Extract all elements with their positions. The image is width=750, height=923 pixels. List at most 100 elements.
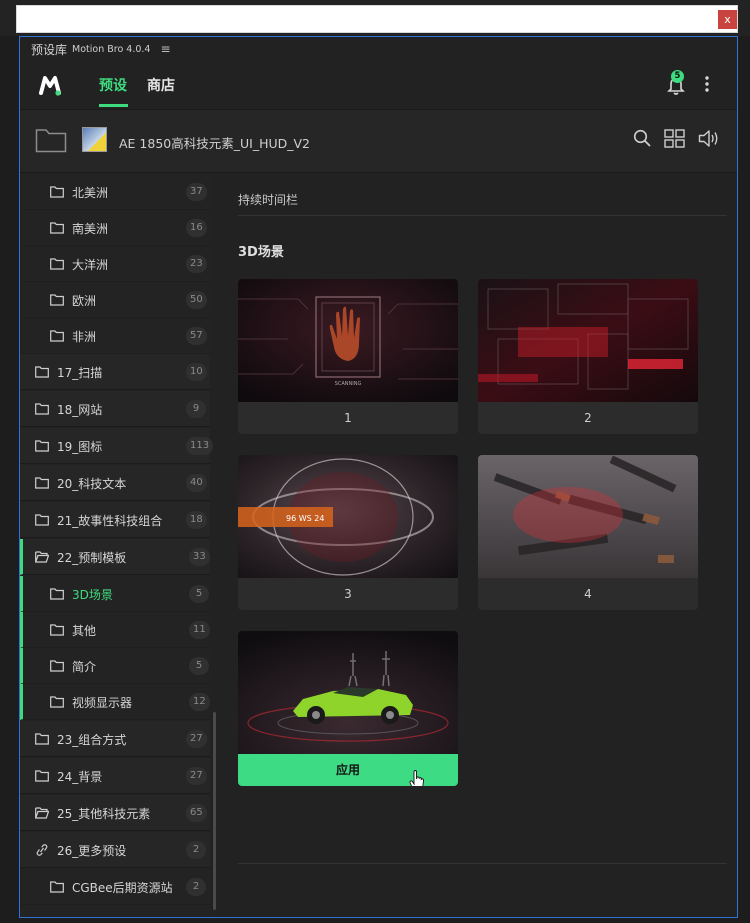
sidebar-item-cgbee[interactable]: CGBee后期资源站 2 bbox=[20, 869, 210, 905]
preset-pack-title: AE 1850高科技元素_UI_HUD_V2 bbox=[119, 136, 310, 151]
sidebar-item-count: 5 bbox=[189, 657, 209, 675]
sidebar-item-africa[interactable]: 非洲 57 bbox=[20, 318, 210, 354]
sidebar-item-count: 12 bbox=[189, 693, 210, 711]
folder-open-icon bbox=[35, 807, 49, 819]
grid-view-icon[interactable] bbox=[664, 129, 685, 148]
sidebar-item-north-america[interactable]: 北美洲 37 bbox=[20, 174, 210, 210]
app-version: Motion Bro 4.0.4 bbox=[72, 43, 151, 55]
host-window-bar: x bbox=[0, 0, 750, 36]
sidebar-item-count: 65 bbox=[186, 804, 207, 822]
sidebar-item-3d-scene[interactable]: 3D场景 5 bbox=[20, 576, 210, 612]
folder-icon bbox=[35, 733, 49, 745]
panel-title: 预设库 bbox=[31, 42, 68, 57]
folder-icon bbox=[50, 881, 64, 893]
sidebar-item-south-america[interactable]: 南美洲 16 bbox=[20, 210, 210, 246]
tab-store[interactable]: 商店 bbox=[147, 75, 175, 95]
panel-header: 预设库 Motion Bro 4.0.4 ≡ bbox=[20, 37, 737, 61]
sidebar-item-count: 27 bbox=[186, 767, 207, 785]
top-nav: 预设 商店 5 bbox=[20, 61, 737, 109]
preset-card-3[interactable]: 96 WS 24 3 bbox=[238, 455, 458, 610]
sidebar-item-label: 非洲 bbox=[72, 330, 97, 344]
sidebar-item-more-presets[interactable]: 26_更多预设 2 bbox=[20, 832, 210, 868]
sidebar-item-label: 17_扫描 bbox=[57, 366, 103, 380]
folder-icon bbox=[35, 477, 49, 489]
sidebar-item-label: 19_图标 bbox=[57, 440, 103, 454]
sidebar-item-label: 北美洲 bbox=[72, 186, 109, 200]
sidebar-item-count: 40 bbox=[186, 474, 207, 492]
sidebar-item-count: 2 bbox=[186, 878, 206, 896]
host-title-field bbox=[16, 5, 738, 33]
sidebar-item-count: 9 bbox=[186, 400, 206, 418]
preset-thumbnail-weapons bbox=[478, 455, 698, 578]
folder-icon bbox=[35, 366, 49, 378]
tab-presets[interactable]: 预设 bbox=[99, 75, 127, 95]
preset-card-caption: 4 bbox=[478, 578, 698, 610]
sidebar-scrollbar[interactable] bbox=[213, 712, 216, 910]
sidebar-item-count: 50 bbox=[186, 291, 207, 309]
folder-icon bbox=[50, 186, 64, 198]
motion-bro-logo-icon bbox=[39, 76, 61, 96]
sidebar-item-website[interactable]: 18_网站 9 bbox=[20, 391, 210, 427]
folder-icon bbox=[50, 330, 64, 342]
sidebar-item-scan[interactable]: 17_扫描 10 bbox=[20, 354, 210, 390]
sidebar-item-count: 33 bbox=[189, 548, 210, 566]
sidebar-item-label: 南美洲 bbox=[72, 222, 109, 236]
more-options-icon[interactable] bbox=[703, 74, 711, 94]
folder-icon[interactable] bbox=[35, 127, 67, 153]
sidebar-item-label: 25_其他科技元素 bbox=[57, 807, 151, 821]
preset-card-caption: 3 bbox=[238, 578, 458, 610]
sidebar-item-oceania[interactable]: 大洋洲 23 bbox=[20, 246, 210, 282]
preset-thumbnail-car bbox=[238, 631, 458, 754]
sidebar-item-tech-text[interactable]: 20_科技文本 40 bbox=[20, 465, 210, 501]
sidebar-item-other[interactable]: 其他 11 bbox=[20, 612, 210, 648]
sidebar-item-background[interactable]: 24_背景 27 bbox=[20, 758, 210, 794]
sidebar-item-label: 3D场景 bbox=[72, 588, 113, 602]
sidebar-item-templates[interactable]: 22_预制模板 33 bbox=[20, 539, 210, 575]
sidebar-item-count: 18 bbox=[186, 511, 207, 529]
speaker-icon[interactable] bbox=[698, 129, 720, 148]
sidebar-item-count: 57 bbox=[186, 327, 207, 345]
sidebar-item-label: 23_组合方式 bbox=[57, 733, 127, 747]
sidebar-item-other-tech[interactable]: 25_其他科技元素 65 bbox=[20, 795, 210, 831]
category-label: 持续时间栏 bbox=[238, 193, 299, 207]
sidebar-item-label: 大洋洲 bbox=[72, 258, 109, 272]
sidebar-item-count: 16 bbox=[186, 219, 207, 237]
preset-card-4[interactable]: 4 bbox=[478, 455, 698, 610]
sidebar-item-count: 113 bbox=[186, 437, 214, 455]
folder-icon bbox=[35, 403, 49, 415]
folder-icon bbox=[50, 294, 64, 306]
preset-card-5[interactable]: 应用 bbox=[238, 631, 458, 786]
sidebar-item-icons[interactable]: 19_图标 113 bbox=[20, 428, 214, 464]
search-icon[interactable] bbox=[633, 129, 652, 148]
sidebar-item-combination[interactable]: 23_组合方式 27 bbox=[20, 721, 210, 757]
preset-pack-thumbnail bbox=[82, 127, 107, 152]
sidebar-item-video-display[interactable]: 视频显示器 12 bbox=[20, 684, 210, 720]
sidebar-item-label: 24_背景 bbox=[57, 770, 103, 784]
preset-card-2[interactable]: 2 bbox=[478, 279, 698, 434]
preset-thumbnail-handprint: SCANNING bbox=[238, 279, 458, 402]
sidebar-item-label: 欧洲 bbox=[72, 294, 97, 308]
path-bar: AE 1850高科技元素_UI_HUD_V2 bbox=[20, 109, 737, 173]
preset-card-1[interactable]: SCANNING 1 bbox=[238, 279, 458, 434]
sidebar-item-count: 2 bbox=[186, 841, 206, 859]
sidebar-item-label: 视频显示器 bbox=[72, 696, 133, 710]
close-button[interactable]: x bbox=[718, 10, 737, 29]
preset-thumbnail-globe: 96 WS 24 bbox=[238, 455, 458, 578]
section-title: 3D场景 bbox=[238, 245, 284, 260]
sidebar-item-label: 22_预制模板 bbox=[57, 551, 127, 565]
sidebar-item-label: 18_网站 bbox=[57, 403, 103, 417]
sidebar-item-story-tech[interactable]: 21_故事性科技组合 18 bbox=[20, 502, 210, 538]
folder-icon bbox=[50, 660, 64, 672]
apply-button[interactable]: 应用 bbox=[238, 754, 458, 786]
folder-open-icon bbox=[35, 551, 49, 563]
sidebar-item-europe[interactable]: 欧洲 50 bbox=[20, 282, 210, 318]
motion-bro-panel: 预设库 Motion Bro 4.0.4 ≡ 预设 商店 5 AE 1850高科… bbox=[19, 36, 738, 918]
folder-icon bbox=[50, 588, 64, 600]
panel-menu-icon[interactable]: ≡ bbox=[160, 42, 170, 56]
sidebar-item-intro[interactable]: 简介 5 bbox=[20, 648, 210, 684]
folder-icon bbox=[35, 514, 49, 526]
sidebar-item-count: 11 bbox=[189, 621, 210, 639]
folder-icon bbox=[50, 696, 64, 708]
folder-icon bbox=[35, 770, 49, 782]
folder-icon bbox=[50, 222, 64, 234]
